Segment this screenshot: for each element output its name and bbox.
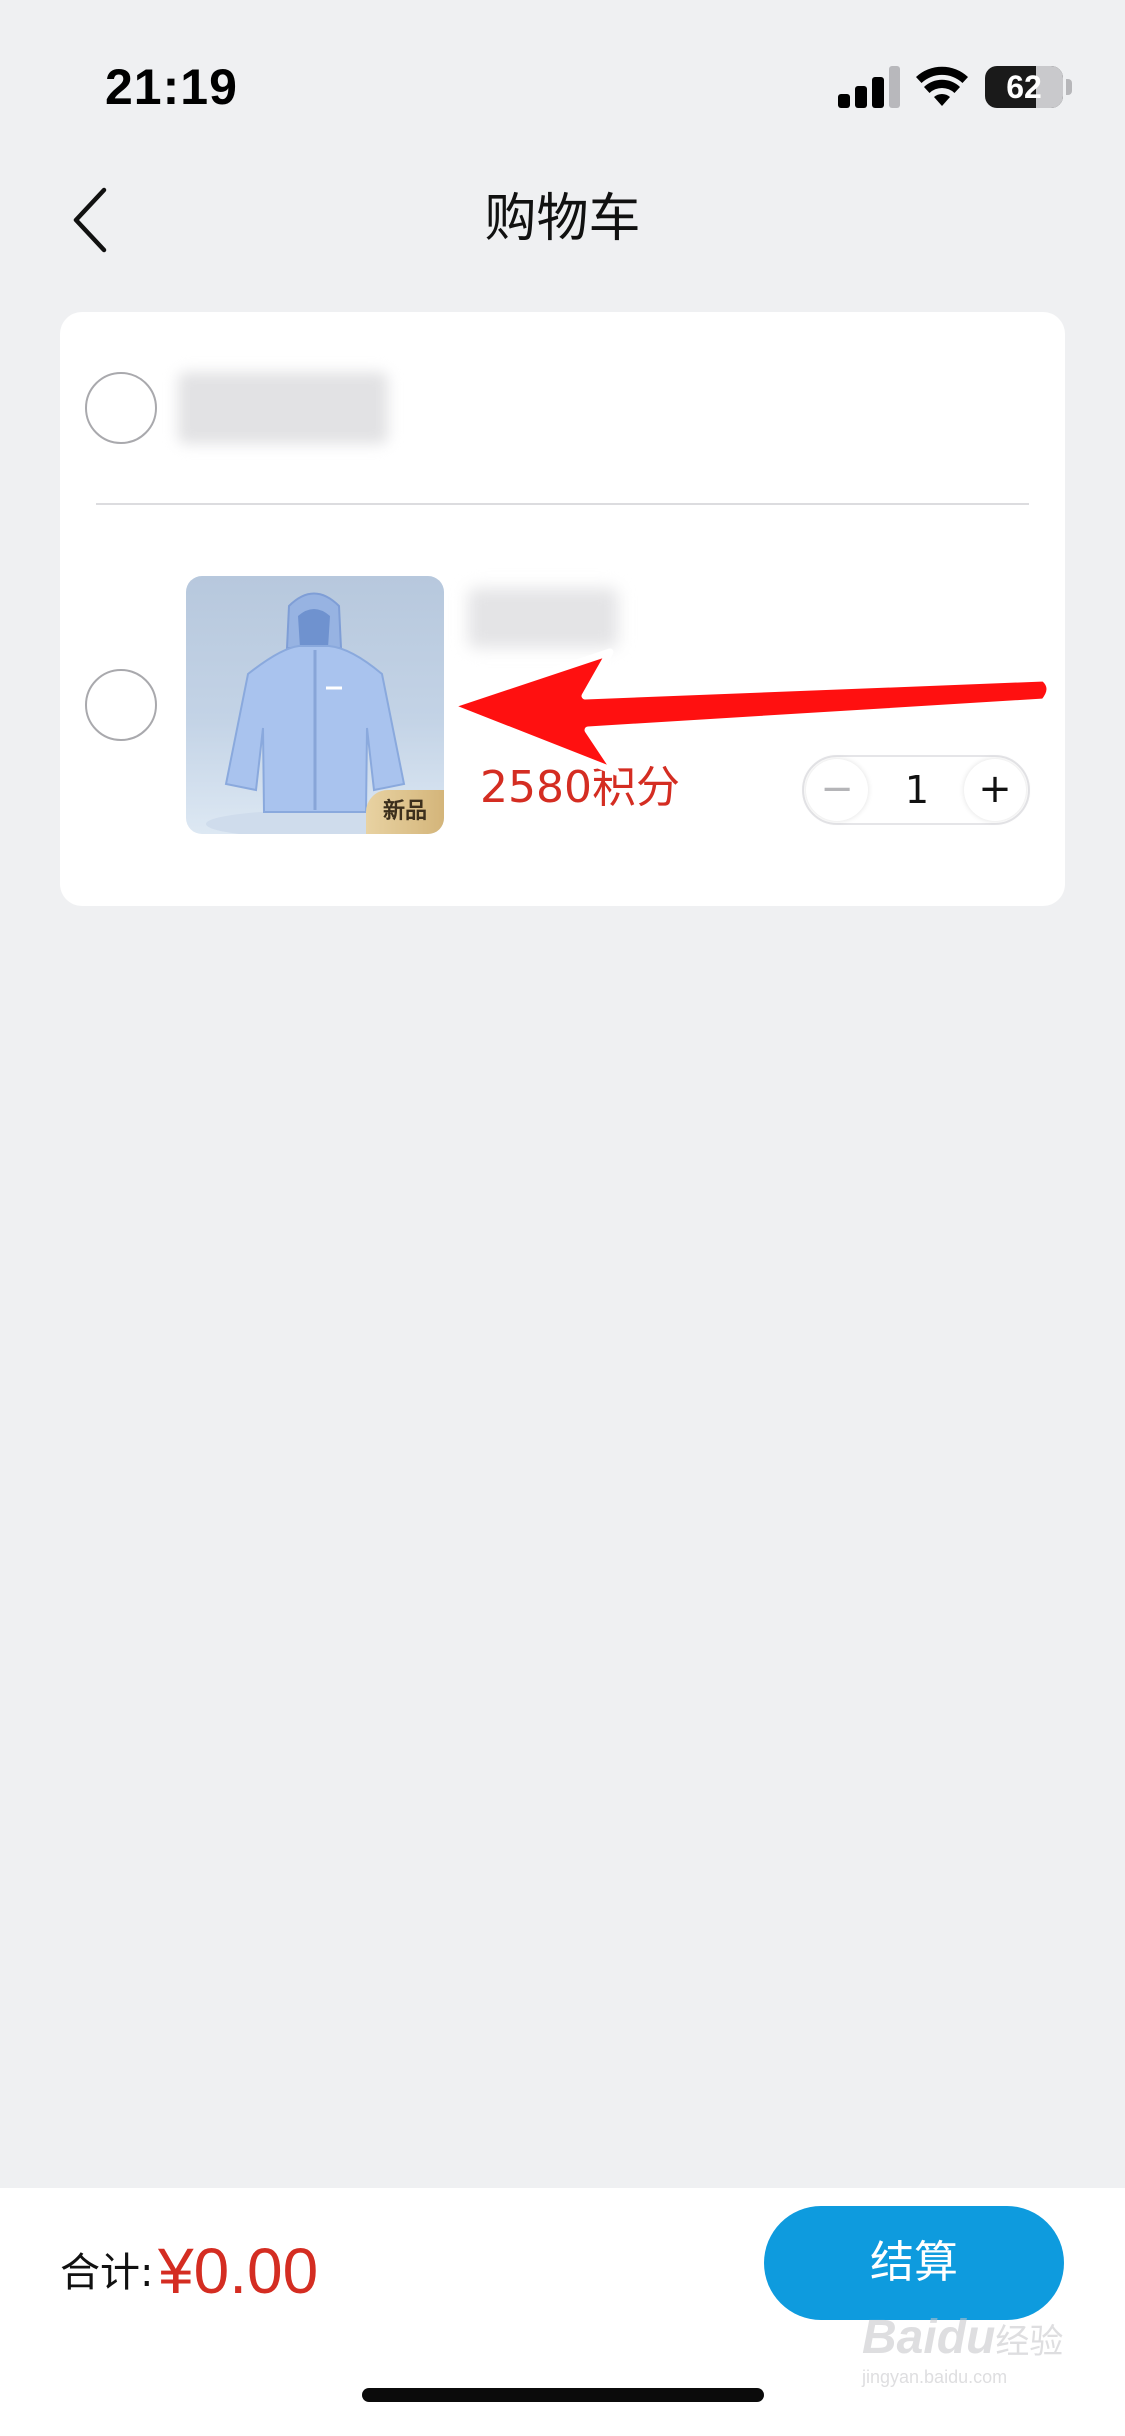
item-select-radio[interactable] xyxy=(85,669,157,741)
store-select-radio[interactable] xyxy=(85,372,157,444)
watermark-logo-cn: 经验 xyxy=(995,2322,1064,2362)
product-name-obscured[interactable] xyxy=(468,588,618,648)
battery-icon: 62 xyxy=(985,66,1063,108)
status-time: 21:19 xyxy=(105,59,238,115)
product-image[interactable]: 新品 xyxy=(186,576,444,834)
signal-icon xyxy=(838,66,900,108)
checkout-button[interactable]: 结算 xyxy=(764,2206,1064,2320)
wifi-icon xyxy=(915,62,969,108)
battery-tip xyxy=(1066,79,1072,95)
battery-level: 62 xyxy=(1006,69,1042,105)
status-bar: 21:19 62 xyxy=(0,0,1125,180)
cart-card: 新品 2580积分 − 1 + xyxy=(60,312,1065,906)
baidu-jingyan-watermark: Baidu经验 jingyan.baidu.com xyxy=(862,2310,1072,2390)
home-indicator[interactable] xyxy=(362,2388,764,2402)
store-name-obscured[interactable] xyxy=(178,372,388,444)
divider xyxy=(96,503,1029,505)
new-product-tag: 新品 xyxy=(366,790,444,834)
watermark-logo: Baidu xyxy=(862,2311,996,2364)
total-amount: ¥0.00 xyxy=(158,2235,319,2307)
page-title: 购物车 xyxy=(484,189,641,249)
annotation-arrow-icon xyxy=(444,648,1054,776)
total-label: 合计: xyxy=(60,2250,154,2296)
watermark-url: jingyan.baidu.com xyxy=(862,2367,1008,2387)
